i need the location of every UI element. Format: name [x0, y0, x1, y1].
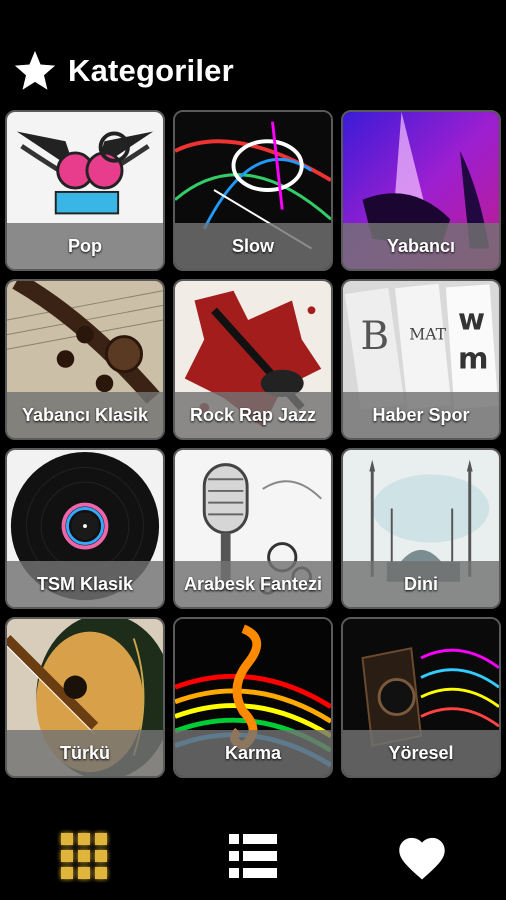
nav-favorites-button[interactable]	[337, 812, 506, 900]
bottom-navigation	[0, 812, 506, 900]
category-label: Türkü	[7, 730, 163, 776]
category-tile-yoresel[interactable]: Yöresel	[341, 617, 501, 778]
category-label: Yabancı	[343, 223, 499, 269]
nav-list-button[interactable]	[169, 812, 338, 900]
svg-text:w: w	[458, 303, 485, 337]
category-tile-yabanci[interactable]: Yabancı	[341, 110, 501, 271]
category-label: Karma	[175, 730, 331, 776]
category-label: Dini	[343, 561, 499, 607]
star-icon	[14, 50, 56, 90]
category-label: TSM Klasik	[7, 561, 163, 607]
category-tile-rock-rap-jazz[interactable]: Rock Rap Jazz	[173, 279, 333, 440]
grid-icon	[61, 833, 108, 879]
category-tile-turku[interactable]: Türkü	[5, 617, 165, 778]
category-label: Yöresel	[343, 730, 499, 776]
page-title: Kategoriler	[68, 53, 234, 88]
category-tile-arabesk-fantezi[interactable]: Arabesk Fantezi	[173, 448, 333, 609]
category-tile-tsm-klasik[interactable]: TSM Klasik	[5, 448, 165, 609]
list-icon	[229, 834, 277, 878]
page-header: Kategoriler	[12, 46, 234, 96]
category-label: Slow	[175, 223, 331, 269]
nav-grid-button[interactable]	[0, 812, 169, 900]
svg-text:m: m	[458, 342, 488, 376]
category-tile-karma[interactable]: Karma	[173, 617, 333, 778]
category-tile-dini[interactable]: Dini	[341, 448, 501, 609]
category-grid: Pop Slow Yabancı Yabancı Klasik Rock Rap…	[5, 110, 501, 778]
svg-text:B: B	[361, 314, 390, 359]
category-label: Pop	[7, 223, 163, 269]
category-tile-haber-spor[interactable]: B MAT w m Haber Spor	[341, 279, 501, 440]
category-tile-yabanci-klasik[interactable]: Yabancı Klasik	[5, 279, 165, 440]
category-label: Arabesk Fantezi	[175, 561, 331, 607]
category-tile-slow[interactable]: Slow	[173, 110, 333, 271]
category-label: Yabancı Klasik	[7, 392, 163, 438]
category-label: Rock Rap Jazz	[175, 392, 331, 438]
svg-text:MAT: MAT	[409, 325, 446, 343]
category-label: Haber Spor	[343, 392, 499, 438]
category-tile-pop[interactable]: Pop	[5, 110, 165, 271]
heart-icon	[398, 837, 445, 880]
